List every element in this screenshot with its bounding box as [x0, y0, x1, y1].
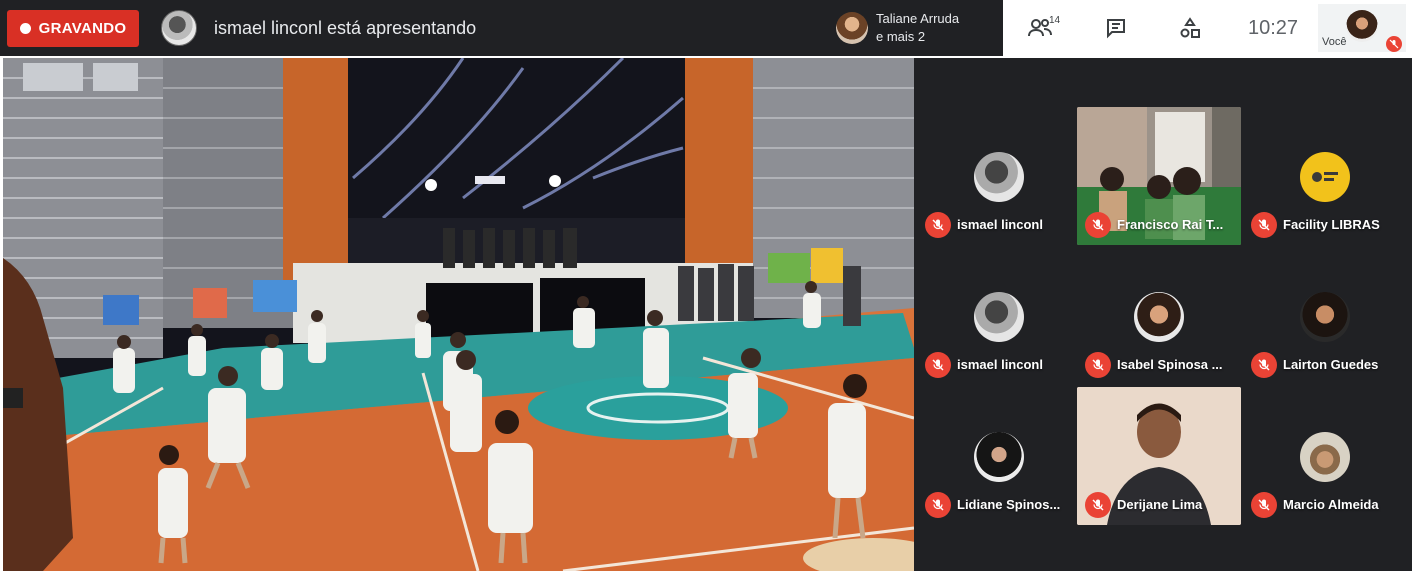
- meeting-clock: 10:27: [1248, 17, 1299, 39]
- recording-badge[interactable]: GRAVANDO: [7, 10, 139, 47]
- participant-avatar: [1300, 432, 1350, 482]
- participant-avatar: [974, 292, 1024, 342]
- self-view-label: Você: [1322, 36, 1347, 48]
- recording-label: GRAVANDO: [38, 20, 127, 37]
- extra-participants-name: Taliane Arruda: [876, 11, 960, 26]
- participant-name: Facility LIBRAS: [1283, 217, 1380, 232]
- mic-off-icon: [1085, 492, 1111, 518]
- chat-icon[interactable]: [1102, 14, 1130, 42]
- participant-name: Derijane Lima: [1117, 497, 1203, 512]
- participant-tile[interactable]: Marcio Almeida: [1243, 387, 1407, 525]
- extra-participants[interactable]: Taliane Arruda e mais 2: [876, 10, 959, 46]
- mic-off-icon: [1251, 492, 1277, 518]
- participant-name: ismael linconl: [957, 357, 1043, 372]
- participant-name: Lidiane Spinos...: [957, 497, 1061, 512]
- participant-tile[interactable]: ismael linconl: [917, 247, 1081, 385]
- participant-avatar: [974, 152, 1024, 202]
- bottom-edge: [0, 571, 1412, 577]
- mic-off-icon: [1251, 212, 1277, 238]
- mic-off-icon: [1386, 36, 1402, 52]
- participant-avatar: [1300, 292, 1350, 342]
- participant-tile[interactable]: Isabel Spinosa ...: [1077, 247, 1241, 385]
- presentation-video[interactable]: [3, 58, 914, 571]
- participant-name: Lairton Guedes: [1283, 357, 1379, 372]
- top-bar: GRAVANDO ismael linconl está apresentand…: [0, 0, 1412, 56]
- extra-participants-avatar[interactable]: [836, 12, 868, 44]
- participant-video-tile[interactable]: Francisco Rai T...: [1077, 107, 1241, 245]
- mic-off-icon: [925, 352, 951, 378]
- participant-avatar: [1134, 292, 1184, 342]
- recording-dot-icon: [19, 23, 31, 34]
- participant-name: Marcio Almeida: [1283, 497, 1379, 512]
- presentation-scene: [3, 58, 914, 571]
- participant-tile[interactable]: Lidiane Spinos...: [917, 387, 1081, 525]
- participant-tile[interactable]: Facility LIBRAS: [1243, 107, 1407, 245]
- participant-video-tile[interactable]: Derijane Lima: [1077, 387, 1241, 525]
- participant-name: Isabel Spinosa ...: [1117, 357, 1223, 372]
- self-avatar: [1346, 10, 1378, 42]
- participant-tile[interactable]: ismael linconl: [917, 107, 1081, 245]
- mic-off-icon: [1085, 352, 1111, 378]
- mic-off-icon: [1085, 212, 1111, 238]
- participants-count: 14: [1049, 15, 1061, 26]
- presenter-status: ismael linconl está apresentando: [214, 18, 477, 38]
- participant-tile[interactable]: Lairton Guedes: [1243, 247, 1407, 385]
- presenter-avatar: [161, 10, 197, 46]
- participant-name: ismael linconl: [957, 217, 1043, 232]
- mic-off-icon: [1251, 352, 1277, 378]
- participant-avatar: [1300, 152, 1350, 202]
- mic-off-icon: [925, 212, 951, 238]
- activities-icon[interactable]: [1176, 14, 1204, 42]
- extra-participants-more: e mais 2: [876, 29, 926, 44]
- participant-avatar: [974, 432, 1024, 482]
- participant-name: Francisco Rai T...: [1117, 217, 1224, 232]
- participant-grid: ismael linconl Francisco Rai T... Facili…: [914, 58, 1412, 577]
- mic-off-icon: [925, 492, 951, 518]
